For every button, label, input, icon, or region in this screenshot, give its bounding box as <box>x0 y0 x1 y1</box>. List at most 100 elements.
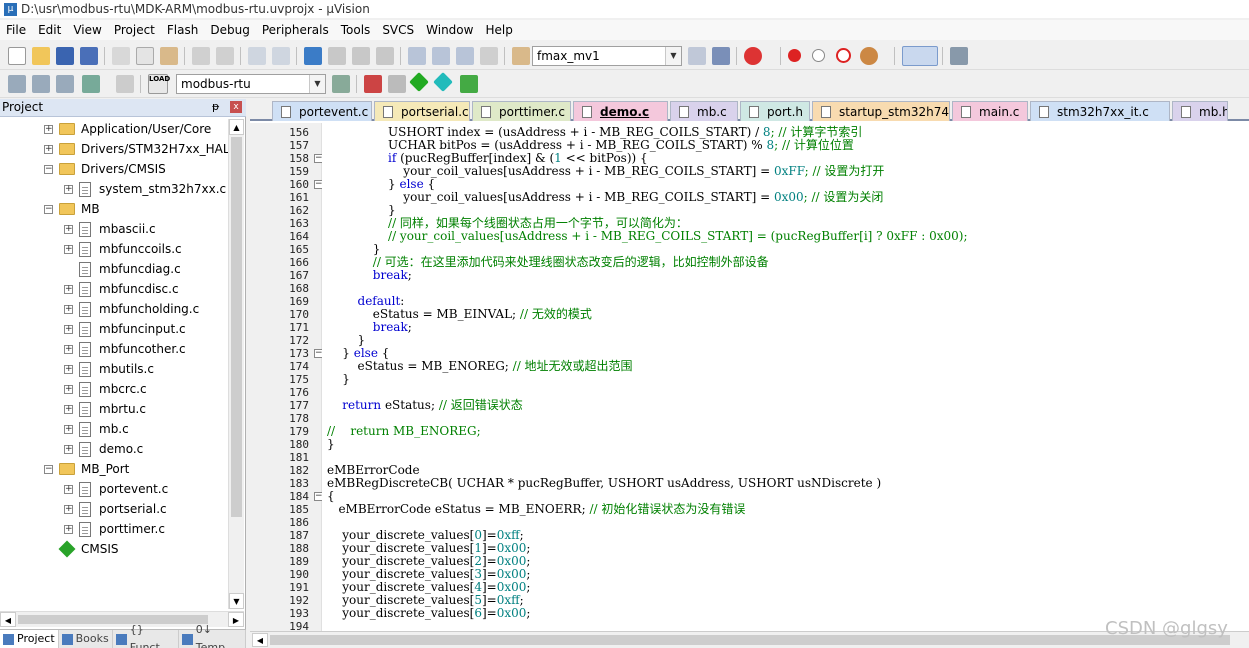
menu-item-edit[interactable]: Edit <box>32 20 67 40</box>
expand-toggle-icon[interactable]: − <box>44 464 53 474</box>
cut-icon[interactable] <box>112 47 130 65</box>
target-options-icon[interactable] <box>332 75 350 93</box>
expand-toggle-icon[interactable]: + <box>64 424 73 434</box>
expand-toggle-icon[interactable]: + <box>64 304 73 314</box>
tree-item[interactable]: − MB <box>44 199 100 219</box>
scroll-down-icon[interactable]: ▼ <box>229 593 244 609</box>
comment-icon[interactable] <box>456 47 474 65</box>
undo-icon[interactable] <box>192 47 210 65</box>
erase-breakpoints-icon[interactable] <box>860 47 878 65</box>
tree-item[interactable]: + portserial.c <box>64 499 167 519</box>
menu-item-debug[interactable]: Debug <box>204 20 255 40</box>
scrollbar-thumb[interactable] <box>270 635 1230 645</box>
build-icon[interactable] <box>32 75 50 93</box>
update-packs-icon[interactable] <box>460 75 478 93</box>
expand-toggle-icon[interactable]: + <box>64 444 73 454</box>
tools-wrench-icon[interactable] <box>950 47 968 65</box>
tree-item[interactable]: + portevent.c <box>64 479 168 499</box>
bookmark-icon[interactable] <box>304 47 322 65</box>
tree-item[interactable]: + mbutils.c <box>64 359 154 379</box>
expand-toggle-icon[interactable]: − <box>44 204 53 214</box>
menu-item-flash[interactable]: Flash <box>161 20 204 40</box>
disable-breakpoint-icon[interactable] <box>812 49 825 62</box>
tree-item[interactable]: + mbrtu.c <box>64 399 146 419</box>
expand-toggle-icon[interactable]: + <box>64 404 73 414</box>
translate-icon[interactable] <box>8 75 26 93</box>
expand-toggle-icon[interactable]: − <box>44 164 53 174</box>
nav-forward-icon[interactable] <box>272 47 290 65</box>
editor-tab-mb-h[interactable]: mb.h <box>1172 101 1228 121</box>
prev-bookmark-icon[interactable] <box>328 47 346 65</box>
nav-back-icon[interactable] <box>248 47 266 65</box>
expand-toggle-icon[interactable]: + <box>64 244 73 254</box>
manage-project-items-icon[interactable] <box>364 75 382 93</box>
project-target-combo[interactable]: modbus-rtu ▼ <box>176 74 326 94</box>
expand-toggle-icon[interactable]: + <box>44 144 53 154</box>
editor-tab-porttimer-c[interactable]: porttimer.c <box>472 101 571 121</box>
chevron-down-icon[interactable]: ▼ <box>309 75 325 93</box>
scrollbar-thumb[interactable] <box>18 615 208 624</box>
tree-item[interactable]: + mbfuncdisc.c <box>64 279 179 299</box>
configure-icon[interactable] <box>688 47 706 65</box>
expand-toggle-icon[interactable]: + <box>64 284 73 294</box>
editor-tab-mb-c[interactable]: mb.c <box>670 101 738 121</box>
expand-toggle-icon[interactable]: + <box>64 484 73 494</box>
new-file-icon[interactable] <box>8 47 26 65</box>
tree-item[interactable]: − Drivers/CMSIS <box>44 159 166 179</box>
expand-toggle-icon[interactable]: + <box>64 184 73 194</box>
tree-vertical-scrollbar[interactable]: ▲ ▼ <box>228 119 244 609</box>
menu-item-project[interactable]: Project <box>108 20 161 40</box>
next-bookmark-icon[interactable] <box>352 47 370 65</box>
menu-item-window[interactable]: Window <box>420 20 479 40</box>
tree-item[interactable]: + mbfuncholding.c <box>64 299 199 319</box>
expand-toggle-icon[interactable]: + <box>64 324 73 334</box>
scroll-left-icon[interactable]: ◀ <box>252 633 268 647</box>
tree-item[interactable]: + system_stm32h7xx.c <box>64 179 226 199</box>
manage-rte-icon[interactable] <box>409 72 429 92</box>
tree-item[interactable]: + Drivers/STM32H7xx_HAL_D <box>44 139 228 159</box>
close-icon[interactable]: x <box>230 101 242 113</box>
editor-tab-stm32h7xx-it-c[interactable]: stm32h7xx_it.c <box>1030 101 1170 121</box>
expand-toggle-icon[interactable]: + <box>64 224 73 234</box>
select-packs-icon[interactable] <box>388 75 406 93</box>
debug-session-icon[interactable] <box>744 47 762 65</box>
expand-toggle-icon[interactable]: + <box>64 504 73 514</box>
unindent-icon[interactable] <box>432 47 450 65</box>
panel-tab-project[interactable]: Project <box>0 630 59 648</box>
target-combo[interactable]: fmax_mv1 ▼ <box>532 46 682 66</box>
breakpoint-icon[interactable] <box>788 49 801 62</box>
menu-item-view[interactable]: View <box>67 20 107 40</box>
paste-icon[interactable] <box>160 47 178 65</box>
kill-breakpoints-icon[interactable] <box>836 48 851 63</box>
menu-item-tools[interactable]: Tools <box>335 20 377 40</box>
copy-icon[interactable] <box>136 47 154 65</box>
menu-item-file[interactable]: File <box>0 20 32 40</box>
pin-icon[interactable]: ᵽ <box>212 100 219 113</box>
editor-tab-startup-stm32h743xx-s[interactable]: startup_stm32h743xx.s <box>812 101 950 121</box>
tree-item[interactable]: + mbcrc.c <box>64 379 147 399</box>
indent-icon[interactable] <box>408 47 426 65</box>
chevron-down-icon[interactable]: ▼ <box>665 47 681 65</box>
save-icon[interactable] <box>56 47 74 65</box>
open-folder-icon[interactable] <box>32 47 50 65</box>
clear-bookmarks-icon[interactable] <box>376 47 394 65</box>
window-layout-icon[interactable] <box>902 46 938 66</box>
scrollbar-thumb[interactable] <box>231 137 242 517</box>
editor-tab-portserial-c[interactable]: portserial.c <box>374 101 470 121</box>
expand-toggle-icon[interactable]: + <box>64 344 73 354</box>
batch-build-icon[interactable] <box>82 75 100 93</box>
tree-item[interactable]: + mbascii.c <box>64 219 156 239</box>
rebuild-icon[interactable] <box>56 75 74 93</box>
expand-toggle-icon[interactable]: + <box>44 124 53 134</box>
tree-item[interactable]: mbfuncdiag.c <box>64 259 181 279</box>
panel-tab-templates[interactable]: 0↓ Temp... <box>179 623 246 648</box>
redo-icon[interactable] <box>216 47 234 65</box>
scroll-left-icon[interactable]: ◀ <box>0 612 16 627</box>
menu-item-svcs[interactable]: SVCS <box>376 20 420 40</box>
panel-tab-functions[interactable]: {} Funct... <box>113 623 179 648</box>
expand-toggle-icon[interactable]: + <box>64 364 73 374</box>
expand-toggle-icon[interactable]: + <box>64 524 73 534</box>
expand-toggle-icon[interactable]: + <box>64 384 73 394</box>
stop-build-icon[interactable] <box>116 75 134 93</box>
editor-tab-portevent-c[interactable]: portevent.c <box>272 101 372 121</box>
